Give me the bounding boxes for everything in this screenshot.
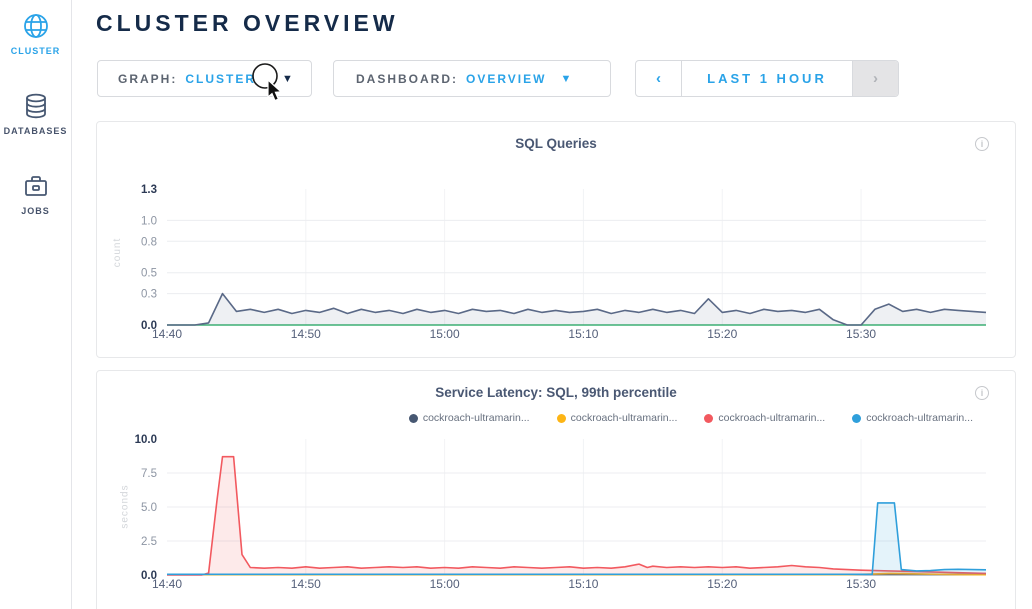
- chevron-down-icon: ▼: [560, 73, 573, 85]
- svg-text:15:30: 15:30: [846, 327, 876, 341]
- svg-text:0.8: 0.8: [141, 236, 157, 248]
- svg-text:2.5: 2.5: [141, 536, 157, 548]
- dashboard-dropdown-label: DASHBOARD:: [356, 72, 458, 86]
- sidebar-item-cluster[interactable]: CLUSTER: [0, 0, 71, 80]
- time-prev-button[interactable]: ‹: [636, 61, 682, 96]
- svg-text:15:20: 15:20: [707, 327, 737, 341]
- sidebar: CLUSTER DATABASES JOBS: [0, 0, 72, 609]
- graph-dropdown-value: CLUSTER: [185, 72, 256, 86]
- sidebar-item-databases[interactable]: DATABASES: [0, 80, 71, 160]
- service-latency-panel: Service Latency: SQL, 99th percentile i …: [96, 370, 1016, 609]
- globe-icon: [22, 12, 50, 40]
- svg-text:15:20: 15:20: [707, 577, 737, 591]
- time-next-button[interactable]: ›: [852, 61, 898, 96]
- service-latency-chart[interactable]: 10.07.55.02.50.014:4014:5015:0015:1015:2…: [97, 371, 1015, 609]
- svg-text:15:00: 15:00: [430, 327, 460, 341]
- svg-text:10.0: 10.0: [135, 434, 157, 446]
- svg-text:5.0: 5.0: [141, 502, 157, 514]
- main-content: CLUSTER OVERVIEW GRAPH: CLUSTER ▼ DASHBO…: [72, 0, 1032, 609]
- chevron-down-icon: ▼: [282, 73, 295, 85]
- graph-dropdown-label: GRAPH:: [118, 72, 177, 86]
- svg-text:14:40: 14:40: [152, 577, 182, 591]
- svg-text:14:50: 14:50: [291, 577, 321, 591]
- cluster-overview-page: CLUSTER DATABASES JOBS: [0, 0, 1032, 609]
- svg-text:14:50: 14:50: [291, 327, 321, 341]
- dashboard-dropdown[interactable]: DASHBOARD: OVERVIEW ▼: [333, 60, 611, 97]
- svg-text:1.3: 1.3: [141, 184, 157, 196]
- sidebar-item-label: JOBS: [21, 206, 50, 216]
- svg-text:15:00: 15:00: [430, 577, 460, 591]
- sidebar-item-label: CLUSTER: [11, 46, 61, 56]
- time-range-selector: ‹ LAST 1 HOUR ›: [635, 60, 899, 97]
- sidebar-item-label: DATABASES: [4, 126, 68, 136]
- svg-text:14:40: 14:40: [152, 327, 182, 341]
- graph-dropdown[interactable]: GRAPH: CLUSTER ▼: [97, 60, 312, 97]
- svg-text:15:10: 15:10: [568, 327, 598, 341]
- page-title: CLUSTER OVERVIEW: [96, 10, 399, 37]
- svg-text:0.3: 0.3: [141, 289, 157, 301]
- svg-text:15:30: 15:30: [846, 577, 876, 591]
- svg-text:0.5: 0.5: [141, 268, 157, 280]
- sql-queries-chart[interactable]: 1.31.00.80.50.30.014:4014:5015:0015:1015…: [97, 122, 1015, 357]
- svg-text:7.5: 7.5: [141, 468, 157, 480]
- database-icon: [22, 92, 50, 120]
- svg-text:15:10: 15:10: [568, 577, 598, 591]
- briefcase-icon: [22, 172, 50, 200]
- sidebar-item-jobs[interactable]: JOBS: [0, 160, 71, 240]
- dashboard-dropdown-value: OVERVIEW: [466, 72, 546, 86]
- time-range-label[interactable]: LAST 1 HOUR: [682, 61, 852, 96]
- svg-text:1.0: 1.0: [141, 215, 157, 227]
- sql-queries-panel: SQL Queries i count 1.31.00.80.50.30.014…: [96, 121, 1016, 358]
